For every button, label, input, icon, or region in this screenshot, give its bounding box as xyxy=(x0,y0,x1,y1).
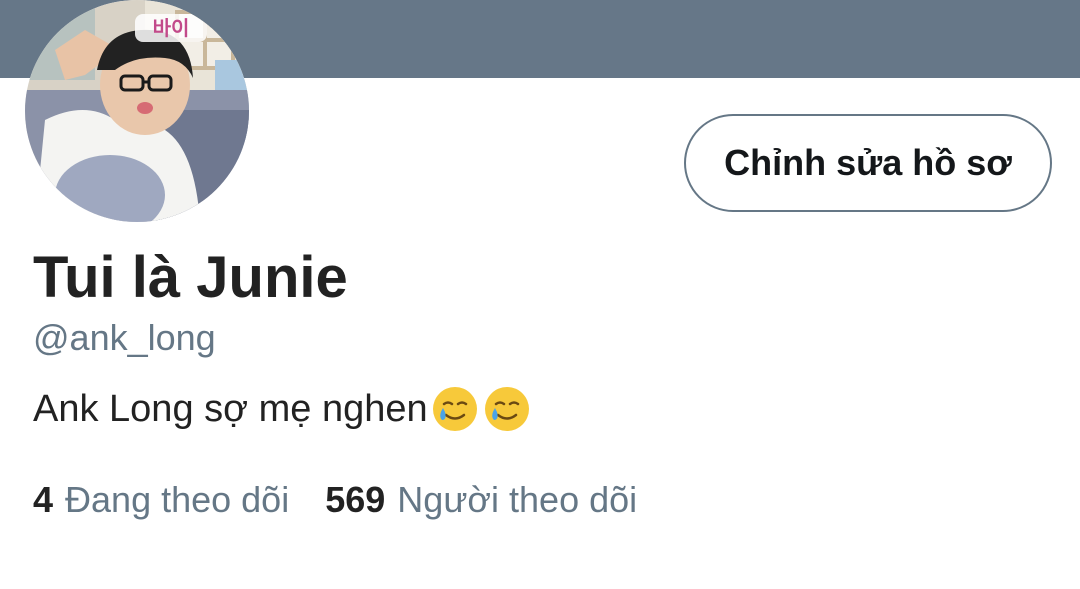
profile-bio: Ank Long sợ mẹ nghen xyxy=(33,384,532,434)
smiling-face-with-tear-icon xyxy=(432,387,477,431)
followers-label: Người theo dõi xyxy=(397,479,638,520)
smiling-face-with-tear-icon xyxy=(484,387,529,431)
followers-count: 569 xyxy=(325,479,386,520)
following-count: 4 xyxy=(33,479,54,520)
display-name: Tui là Junie xyxy=(33,245,348,310)
edit-profile-button[interactable]: Chỉnh sửa hồ sơ xyxy=(684,114,1052,212)
profile-stats: 4 Đang theo dõi 569 Người theo dõi xyxy=(33,478,637,522)
avatar-caption: 바이 xyxy=(153,16,190,40)
profile-avatar[interactable]: 바이 xyxy=(25,0,249,222)
edit-profile-button-label: Chỉnh sửa hồ sơ xyxy=(724,142,1012,183)
followers-link[interactable]: 569 Người theo dõi xyxy=(325,478,637,522)
user-handle: @ank_long xyxy=(33,317,216,358)
avatar-photo: 바이 xyxy=(25,0,249,222)
bio-text: Ank Long sợ mẹ nghen xyxy=(33,388,428,430)
following-link[interactable]: 4 Đang theo dõi xyxy=(33,478,289,522)
following-label: Đang theo dõi xyxy=(65,479,290,520)
